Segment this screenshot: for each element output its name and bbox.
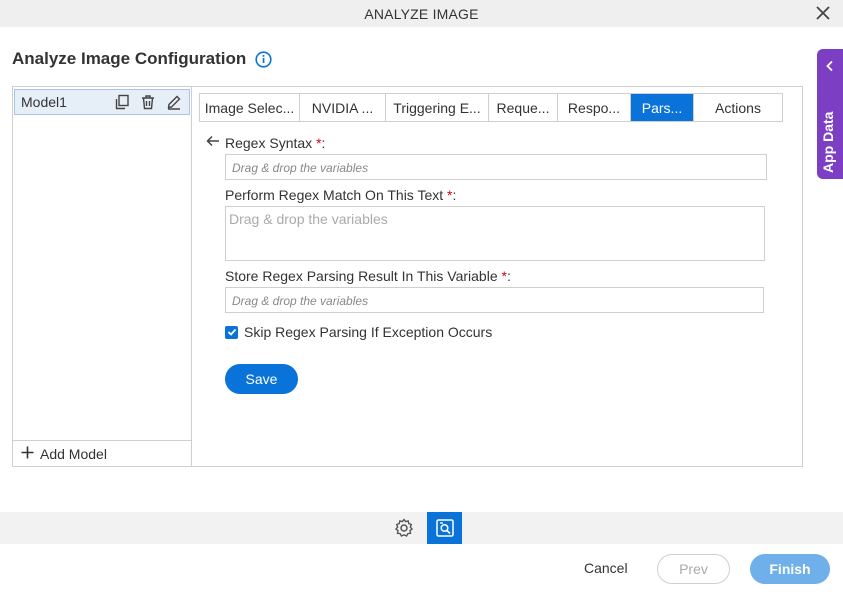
skip-regex-label: Skip Regex Parsing If Exception Occurs <box>244 324 493 340</box>
pencil-icon[interactable] <box>165 93 183 111</box>
app-data-panel-toggle[interactable]: App Data <box>817 49 843 179</box>
dialog-titlebar: ANALYZE IMAGE <box>0 0 843 27</box>
regex-match-textarea[interactable]: Drag & drop the variables <box>225 206 765 261</box>
configuration-panel: Model1 Add Model Image Selec... NVIDIA . <box>12 86 803 467</box>
add-model-button[interactable]: Add Model <box>13 440 191 466</box>
chevron-left-icon <box>824 59 836 72</box>
store-result-input[interactable]: Drag & drop the variables <box>225 287 764 313</box>
tab-nvidia[interactable]: NVIDIA ... <box>300 94 386 121</box>
app-data-label: App Data <box>820 111 836 173</box>
save-button[interactable]: Save <box>225 364 298 394</box>
store-result-label: Store Regex Parsing Result In This Varia… <box>225 268 511 284</box>
image-search-icon[interactable] <box>427 512 462 544</box>
model-item-label: Model1 <box>21 94 67 110</box>
tab-triggering-events[interactable]: Triggering E... <box>386 94 489 121</box>
regex-match-placeholder: Drag & drop the variables <box>229 211 388 227</box>
dialog-title: ANALYZE IMAGE <box>364 5 479 22</box>
regex-match-label: Perform Regex Match On This Text *: <box>225 187 457 203</box>
skip-regex-checkbox[interactable] <box>225 325 238 339</box>
checkmark-icon <box>227 328 236 336</box>
tab-parsing[interactable]: Pars... <box>631 94 694 121</box>
model-list: Model1 Add Model <box>13 87 192 466</box>
model-actions <box>113 93 183 111</box>
plus-icon <box>21 446 34 462</box>
model-item[interactable]: Model1 <box>14 89 190 115</box>
trash-icon[interactable] <box>139 93 157 111</box>
tab-image-selection[interactable]: Image Selec... <box>200 94 300 121</box>
copy-icon[interactable] <box>113 93 131 111</box>
add-model-label: Add Model <box>40 445 107 462</box>
regex-syntax-placeholder: Drag & drop the variables <box>232 161 369 175</box>
gear-icon[interactable] <box>393 517 415 539</box>
tab-request[interactable]: Reque... <box>489 94 558 121</box>
prev-button[interactable]: Prev <box>657 554 730 584</box>
skip-regex-checkbox-row: Skip Regex Parsing If Exception Occurs <box>225 324 492 340</box>
regex-syntax-label: Regex Syntax *: <box>225 135 326 151</box>
arrow-left-icon[interactable] <box>205 133 221 149</box>
store-result-placeholder: Drag & drop the variables <box>232 294 369 308</box>
page-title-text: Analyze Image Configuration <box>12 49 247 68</box>
page-title: Analyze Image Configuration <box>12 49 272 69</box>
regex-syntax-input[interactable]: Drag & drop the variables <box>225 154 767 180</box>
info-icon[interactable] <box>254 50 272 68</box>
cancel-button[interactable]: Cancel <box>584 560 628 576</box>
bottom-toolbar <box>0 512 843 544</box>
tab-bar: Image Selec... NVIDIA ... Triggering E..… <box>199 93 783 122</box>
tab-response[interactable]: Respo... <box>558 94 631 121</box>
tab-actions[interactable]: Actions <box>694 94 782 121</box>
close-icon[interactable] <box>813 3 833 23</box>
finish-button[interactable]: Finish <box>750 554 830 584</box>
